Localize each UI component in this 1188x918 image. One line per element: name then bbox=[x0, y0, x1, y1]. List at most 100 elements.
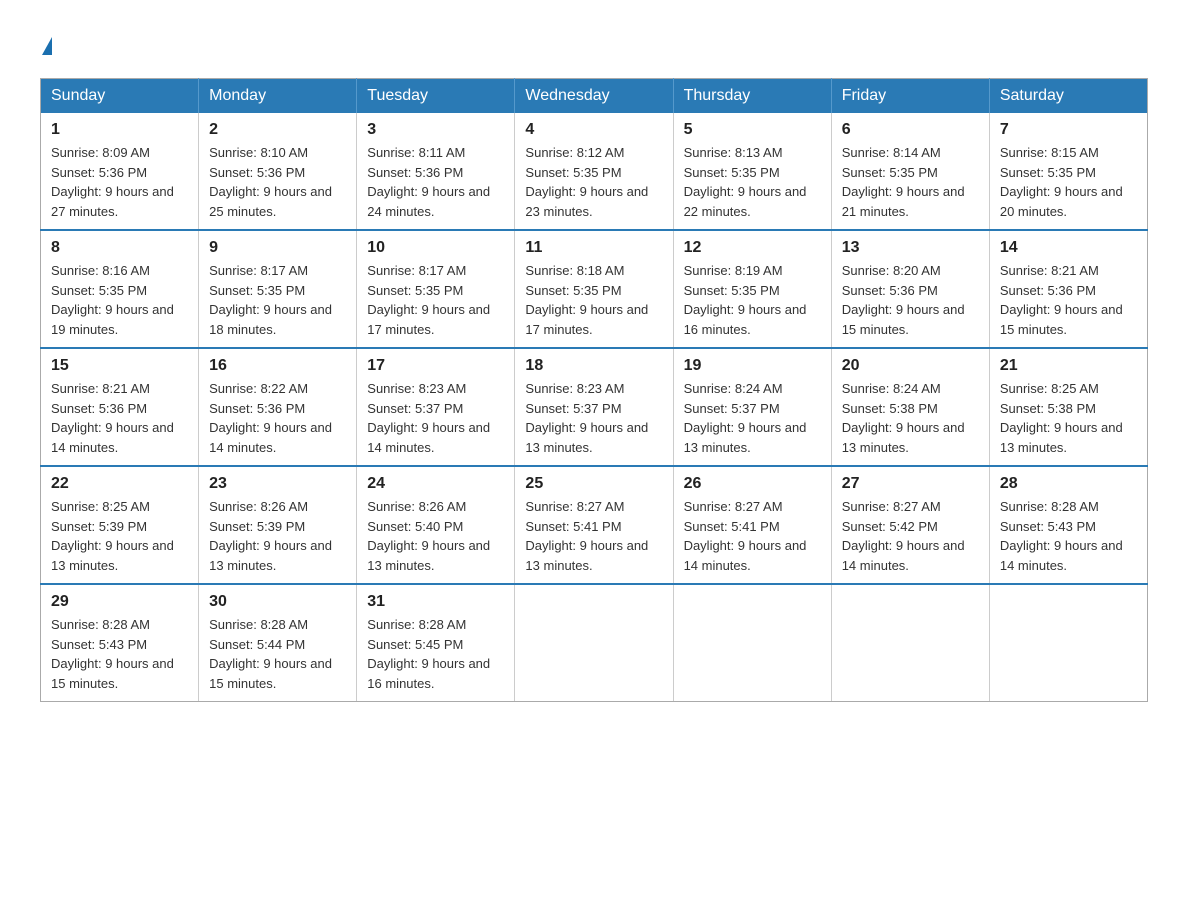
day-info: Sunrise: 8:28 AMSunset: 5:45 PMDaylight:… bbox=[367, 615, 504, 693]
calendar-cell: 29Sunrise: 8:28 AMSunset: 5:43 PMDayligh… bbox=[41, 584, 199, 702]
day-number: 22 bbox=[51, 475, 188, 493]
calendar-cell: 23 Sunrise: 8:26 AMSunset: 5:39 PMDayligh… bbox=[199, 466, 357, 584]
calendar-week-1: 1 Sunrise: 8:09 AMSunset: 5:36 PMDaylight… bbox=[41, 113, 1148, 230]
day-number: 15 bbox=[51, 357, 188, 375]
day-number: 6 bbox=[842, 121, 979, 139]
weekday-header-friday: Friday bbox=[831, 79, 989, 114]
day-info: Sunrise: 8:26 AMSunset: 5:39 PMDaylight:… bbox=[209, 497, 346, 575]
calendar-cell: 27 Sunrise: 8:27 AMSunset: 5:42 PMDayligh… bbox=[831, 466, 989, 584]
calendar-cell: 7 Sunrise: 8:15 AMSunset: 5:35 PMDaylight… bbox=[989, 113, 1147, 230]
day-number: 5 bbox=[684, 121, 821, 139]
calendar-body: 1 Sunrise: 8:09 AMSunset: 5:36 PMDaylight… bbox=[41, 113, 1148, 702]
calendar-cell: 12Sunrise: 8:19 AMSunset: 5:35 PMDayligh… bbox=[673, 230, 831, 348]
logo-general-row bbox=[40, 30, 52, 58]
weekday-header-thursday: Thursday bbox=[673, 79, 831, 114]
day-info: Sunrise: 8:17 AMSunset: 5:35 PMDaylight:… bbox=[209, 261, 346, 339]
weekday-header-wednesday: Wednesday bbox=[515, 79, 673, 114]
day-info: Sunrise: 8:11 AMSunset: 5:36 PMDaylight:… bbox=[367, 143, 504, 221]
day-number: 30 bbox=[209, 593, 346, 611]
day-number: 17 bbox=[367, 357, 504, 375]
calendar-cell: 18 Sunrise: 8:23 AMSunset: 5:37 PMDayligh… bbox=[515, 348, 673, 466]
day-info: Sunrise: 8:18 AMSunset: 5:35 PMDaylight:… bbox=[525, 261, 662, 339]
calendar-cell: 10 Sunrise: 8:17 AMSunset: 5:35 PMDayligh… bbox=[357, 230, 515, 348]
day-number: 13 bbox=[842, 239, 979, 257]
calendar-cell: 5Sunrise: 8:13 AMSunset: 5:35 PMDaylight… bbox=[673, 113, 831, 230]
day-number: 10 bbox=[367, 239, 504, 257]
calendar-cell: 14 Sunrise: 8:21 AMSunset: 5:36 PMDayligh… bbox=[989, 230, 1147, 348]
calendar-cell: 9 Sunrise: 8:17 AMSunset: 5:35 PMDaylight… bbox=[199, 230, 357, 348]
day-info: Sunrise: 8:10 AMSunset: 5:36 PMDaylight:… bbox=[209, 143, 346, 221]
day-number: 3 bbox=[367, 121, 504, 139]
day-number: 24 bbox=[367, 475, 504, 493]
calendar-cell: 15 Sunrise: 8:21 AMSunset: 5:36 PMDayligh… bbox=[41, 348, 199, 466]
day-number: 20 bbox=[842, 357, 979, 375]
day-info: Sunrise: 8:26 AMSunset: 5:40 PMDaylight:… bbox=[367, 497, 504, 575]
calendar-cell: 21 Sunrise: 8:25 AMSunset: 5:38 PMDayligh… bbox=[989, 348, 1147, 466]
calendar-cell: 6Sunrise: 8:14 AMSunset: 5:35 PMDaylight… bbox=[831, 113, 989, 230]
day-info: Sunrise: 8:23 AMSunset: 5:37 PMDaylight:… bbox=[367, 379, 504, 457]
day-info: Sunrise: 8:24 AMSunset: 5:38 PMDaylight:… bbox=[842, 379, 979, 457]
logo-triangle-icon bbox=[42, 37, 52, 55]
day-number: 1 bbox=[51, 121, 188, 139]
day-number: 9 bbox=[209, 239, 346, 257]
day-info: Sunrise: 8:24 AMSunset: 5:37 PMDaylight:… bbox=[684, 379, 821, 457]
calendar-cell: 19 Sunrise: 8:24 AMSunset: 5:37 PMDayligh… bbox=[673, 348, 831, 466]
calendar-week-2: 8Sunrise: 8:16 AMSunset: 5:35 PMDaylight… bbox=[41, 230, 1148, 348]
day-number: 2 bbox=[209, 121, 346, 139]
logo bbox=[40, 30, 52, 58]
calendar-cell: 1 Sunrise: 8:09 AMSunset: 5:36 PMDaylight… bbox=[41, 113, 199, 230]
day-number: 28 bbox=[1000, 475, 1137, 493]
day-number: 21 bbox=[1000, 357, 1137, 375]
day-info: Sunrise: 8:25 AMSunset: 5:38 PMDaylight:… bbox=[1000, 379, 1137, 457]
day-info: Sunrise: 8:28 AMSunset: 5:43 PMDaylight:… bbox=[51, 615, 188, 693]
weekday-header-monday: Monday bbox=[199, 79, 357, 114]
day-info: Sunrise: 8:22 AMSunset: 5:36 PMDaylight:… bbox=[209, 379, 346, 457]
day-number: 31 bbox=[367, 593, 504, 611]
day-number: 14 bbox=[1000, 239, 1137, 257]
day-info: Sunrise: 8:21 AMSunset: 5:36 PMDaylight:… bbox=[51, 379, 188, 457]
calendar-cell: 26 Sunrise: 8:27 AMSunset: 5:41 PMDayligh… bbox=[673, 466, 831, 584]
days-of-week-row: SundayMondayTuesdayWednesdayThursdayFrid… bbox=[41, 79, 1148, 114]
day-number: 8 bbox=[51, 239, 188, 257]
day-number: 12 bbox=[684, 239, 821, 257]
day-info: Sunrise: 8:21 AMSunset: 5:36 PMDaylight:… bbox=[1000, 261, 1137, 339]
calendar-cell: 28 Sunrise: 8:28 AMSunset: 5:43 PMDayligh… bbox=[989, 466, 1147, 584]
day-number: 27 bbox=[842, 475, 979, 493]
day-number: 4 bbox=[525, 121, 662, 139]
calendar-week-3: 15 Sunrise: 8:21 AMSunset: 5:36 PMDayligh… bbox=[41, 348, 1148, 466]
day-info: Sunrise: 8:17 AMSunset: 5:35 PMDaylight:… bbox=[367, 261, 504, 339]
calendar-cell: 3 Sunrise: 8:11 AMSunset: 5:36 PMDaylight… bbox=[357, 113, 515, 230]
day-info: Sunrise: 8:23 AMSunset: 5:37 PMDaylight:… bbox=[525, 379, 662, 457]
weekday-header-sunday: Sunday bbox=[41, 79, 199, 114]
calendar-cell: 13Sunrise: 8:20 AMSunset: 5:36 PMDayligh… bbox=[831, 230, 989, 348]
day-info: Sunrise: 8:27 AMSunset: 5:41 PMDaylight:… bbox=[684, 497, 821, 575]
calendar-table: SundayMondayTuesdayWednesdayThursdayFrid… bbox=[40, 78, 1148, 702]
weekday-header-tuesday: Tuesday bbox=[357, 79, 515, 114]
calendar-cell bbox=[831, 584, 989, 702]
day-info: Sunrise: 8:15 AMSunset: 5:35 PMDaylight:… bbox=[1000, 143, 1137, 221]
calendar-cell: 25Sunrise: 8:27 AMSunset: 5:41 PMDayligh… bbox=[515, 466, 673, 584]
calendar-cell: 30Sunrise: 8:28 AMSunset: 5:44 PMDayligh… bbox=[199, 584, 357, 702]
calendar-week-4: 22Sunrise: 8:25 AMSunset: 5:39 PMDayligh… bbox=[41, 466, 1148, 584]
calendar-week-5: 29Sunrise: 8:28 AMSunset: 5:43 PMDayligh… bbox=[41, 584, 1148, 702]
day-number: 18 bbox=[525, 357, 662, 375]
calendar-cell bbox=[673, 584, 831, 702]
day-number: 26 bbox=[684, 475, 821, 493]
calendar-cell: 16Sunrise: 8:22 AMSunset: 5:36 PMDayligh… bbox=[199, 348, 357, 466]
calendar-cell: 24 Sunrise: 8:26 AMSunset: 5:40 PMDayligh… bbox=[357, 466, 515, 584]
day-number: 23 bbox=[209, 475, 346, 493]
day-info: Sunrise: 8:27 AMSunset: 5:42 PMDaylight:… bbox=[842, 497, 979, 575]
day-number: 25 bbox=[525, 475, 662, 493]
day-number: 7 bbox=[1000, 121, 1137, 139]
day-info: Sunrise: 8:12 AMSunset: 5:35 PMDaylight:… bbox=[525, 143, 662, 221]
calendar-cell: 17 Sunrise: 8:23 AMSunset: 5:37 PMDayligh… bbox=[357, 348, 515, 466]
page-header bbox=[40, 30, 1148, 58]
calendar-cell: 20 Sunrise: 8:24 AMSunset: 5:38 PMDayligh… bbox=[831, 348, 989, 466]
day-info: Sunrise: 8:09 AMSunset: 5:36 PMDaylight:… bbox=[51, 143, 188, 221]
calendar-cell: 2 Sunrise: 8:10 AMSunset: 5:36 PMDaylight… bbox=[199, 113, 357, 230]
day-number: 19 bbox=[684, 357, 821, 375]
day-info: Sunrise: 8:28 AMSunset: 5:43 PMDaylight:… bbox=[1000, 497, 1137, 575]
calendar-header: SundayMondayTuesdayWednesdayThursdayFrid… bbox=[41, 79, 1148, 114]
calendar-cell: 22Sunrise: 8:25 AMSunset: 5:39 PMDayligh… bbox=[41, 466, 199, 584]
calendar-cell: 4 Sunrise: 8:12 AMSunset: 5:35 PMDaylight… bbox=[515, 113, 673, 230]
